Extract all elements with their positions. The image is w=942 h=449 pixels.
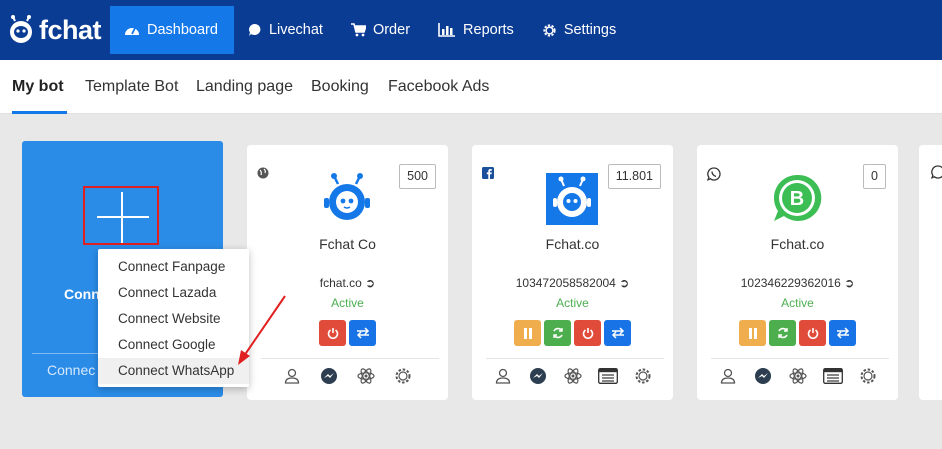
app-logo[interactable]: fchat bbox=[0, 0, 110, 60]
nav-dashboard[interactable]: Dashboard bbox=[110, 6, 234, 54]
pause-icon bbox=[748, 327, 757, 339]
bar-chart-icon bbox=[438, 23, 456, 37]
atom-icon[interactable] bbox=[355, 366, 377, 386]
transfer-button[interactable] bbox=[604, 320, 631, 346]
user-icon[interactable] bbox=[717, 366, 739, 386]
whatsapp-icon bbox=[707, 167, 721, 181]
bot-id-link[interactable]: fchat.co ➲ bbox=[247, 276, 448, 290]
pause-button[interactable] bbox=[739, 320, 766, 346]
refresh-icon bbox=[777, 327, 788, 339]
active-tab-indicator bbox=[12, 111, 67, 114]
pause-button[interactable] bbox=[514, 320, 541, 346]
dashboard-icon bbox=[125, 27, 139, 35]
atom-icon[interactable] bbox=[562, 366, 584, 386]
power-button[interactable] bbox=[574, 320, 601, 346]
settings-gear-icon[interactable] bbox=[857, 366, 879, 386]
atom-icon[interactable] bbox=[787, 366, 809, 386]
power-icon bbox=[582, 328, 593, 339]
power-icon bbox=[327, 328, 338, 339]
gear-icon bbox=[543, 23, 556, 37]
pause-icon bbox=[523, 327, 532, 339]
refresh-button[interactable] bbox=[544, 320, 571, 346]
app-name: fchat bbox=[39, 14, 102, 45]
web-globe-icon bbox=[257, 167, 269, 179]
menu-connect-website[interactable]: Connect Website bbox=[98, 306, 249, 332]
bot-name: Fchat.co bbox=[770, 236, 825, 252]
tab-booking[interactable]: Booking bbox=[311, 78, 369, 96]
settings-gear-icon[interactable] bbox=[392, 366, 414, 386]
transfer-button[interactable] bbox=[349, 320, 376, 346]
subtab-bar: My bot Template Bot Landing page Booking… bbox=[0, 60, 942, 114]
menu-connect-lazada[interactable]: Connect Lazada bbox=[98, 280, 249, 306]
create-card-bottom-label[interactable]: Connec bbox=[47, 362, 95, 378]
external-link-icon: ➲ bbox=[619, 276, 630, 290]
external-link-icon: ➲ bbox=[365, 276, 376, 290]
user-icon[interactable] bbox=[492, 366, 514, 386]
top-navbar: fchat Dashboard Livechat Order Reports S… bbox=[0, 0, 942, 60]
external-link-icon: ➲ bbox=[844, 276, 855, 290]
transfer-arrows-icon bbox=[836, 327, 849, 339]
transfer-button[interactable] bbox=[829, 320, 856, 346]
facebook-icon bbox=[482, 167, 494, 179]
robot-logo-icon bbox=[10, 15, 32, 43]
nav-livechat[interactable]: Livechat bbox=[234, 6, 337, 54]
bot-card: 11.801 Fchat.co 103472058582004 ➲ Active bbox=[472, 145, 673, 400]
whatsapp-icon bbox=[931, 165, 942, 179]
menu-connect-google[interactable]: Connect Google bbox=[98, 332, 249, 358]
cart-icon bbox=[350, 23, 366, 37]
menu-connect-fanpage[interactable]: Connect Fanpage bbox=[98, 254, 249, 280]
transfer-arrows-icon bbox=[356, 327, 369, 339]
list-card-icon[interactable] bbox=[822, 366, 844, 386]
menu-connect-whatsapp[interactable]: Connect WhatsApp bbox=[98, 358, 249, 384]
nav-settings[interactable]: Settings bbox=[528, 6, 630, 54]
bot-name: Fchat.co bbox=[545, 236, 600, 252]
bot-card-partial bbox=[919, 145, 942, 400]
connect-dropdown-menu: Connect Fanpage Connect Lazada Connect W… bbox=[98, 249, 249, 387]
messenger-icon[interactable] bbox=[318, 366, 340, 386]
bot-id-link[interactable]: 102346229362016 ➲ bbox=[697, 276, 898, 290]
refresh-button[interactable] bbox=[769, 320, 796, 346]
nav-order[interactable]: Order bbox=[337, 6, 424, 54]
transfer-arrows-icon bbox=[611, 327, 624, 339]
tab-template-bot[interactable]: Template Bot bbox=[85, 78, 178, 96]
refresh-icon bbox=[552, 327, 563, 339]
whatsapp-business-icon: B bbox=[773, 174, 822, 221]
power-icon bbox=[807, 328, 818, 339]
power-button[interactable] bbox=[799, 320, 826, 346]
message-count: 500 bbox=[399, 164, 436, 189]
power-button[interactable] bbox=[319, 320, 346, 346]
chat-bubble-icon bbox=[248, 24, 261, 36]
settings-gear-icon[interactable] bbox=[632, 366, 654, 386]
tab-my-bot[interactable]: My bot bbox=[12, 78, 64, 96]
tab-facebook-ads[interactable]: Facebook Ads bbox=[388, 78, 489, 96]
messenger-icon[interactable] bbox=[527, 366, 549, 386]
bot-card: 0 B Fchat.co 102346229362016 ➲ Active bbox=[697, 145, 898, 400]
message-count: 11.801 bbox=[607, 164, 661, 189]
bot-avatar-robot-icon bbox=[546, 173, 598, 225]
nav-reports[interactable]: Reports bbox=[424, 6, 528, 54]
bot-status: Active bbox=[781, 296, 814, 310]
bot-name: Fchat Co bbox=[319, 236, 376, 252]
add-bot-button[interactable] bbox=[83, 186, 159, 245]
bot-avatar-robot-icon bbox=[324, 173, 370, 220]
message-count: 0 bbox=[863, 164, 886, 189]
tab-landing-page[interactable]: Landing page bbox=[196, 78, 293, 96]
create-card-label: Conn bbox=[64, 286, 100, 302]
messenger-icon[interactable] bbox=[752, 366, 774, 386]
annotation-arrow-icon bbox=[238, 295, 286, 365]
bot-id-link[interactable]: 103472058582004 ➲ bbox=[472, 276, 673, 290]
list-card-icon[interactable] bbox=[597, 366, 619, 386]
svg-text:B: B bbox=[790, 188, 804, 210]
bot-status: Active bbox=[556, 296, 589, 310]
